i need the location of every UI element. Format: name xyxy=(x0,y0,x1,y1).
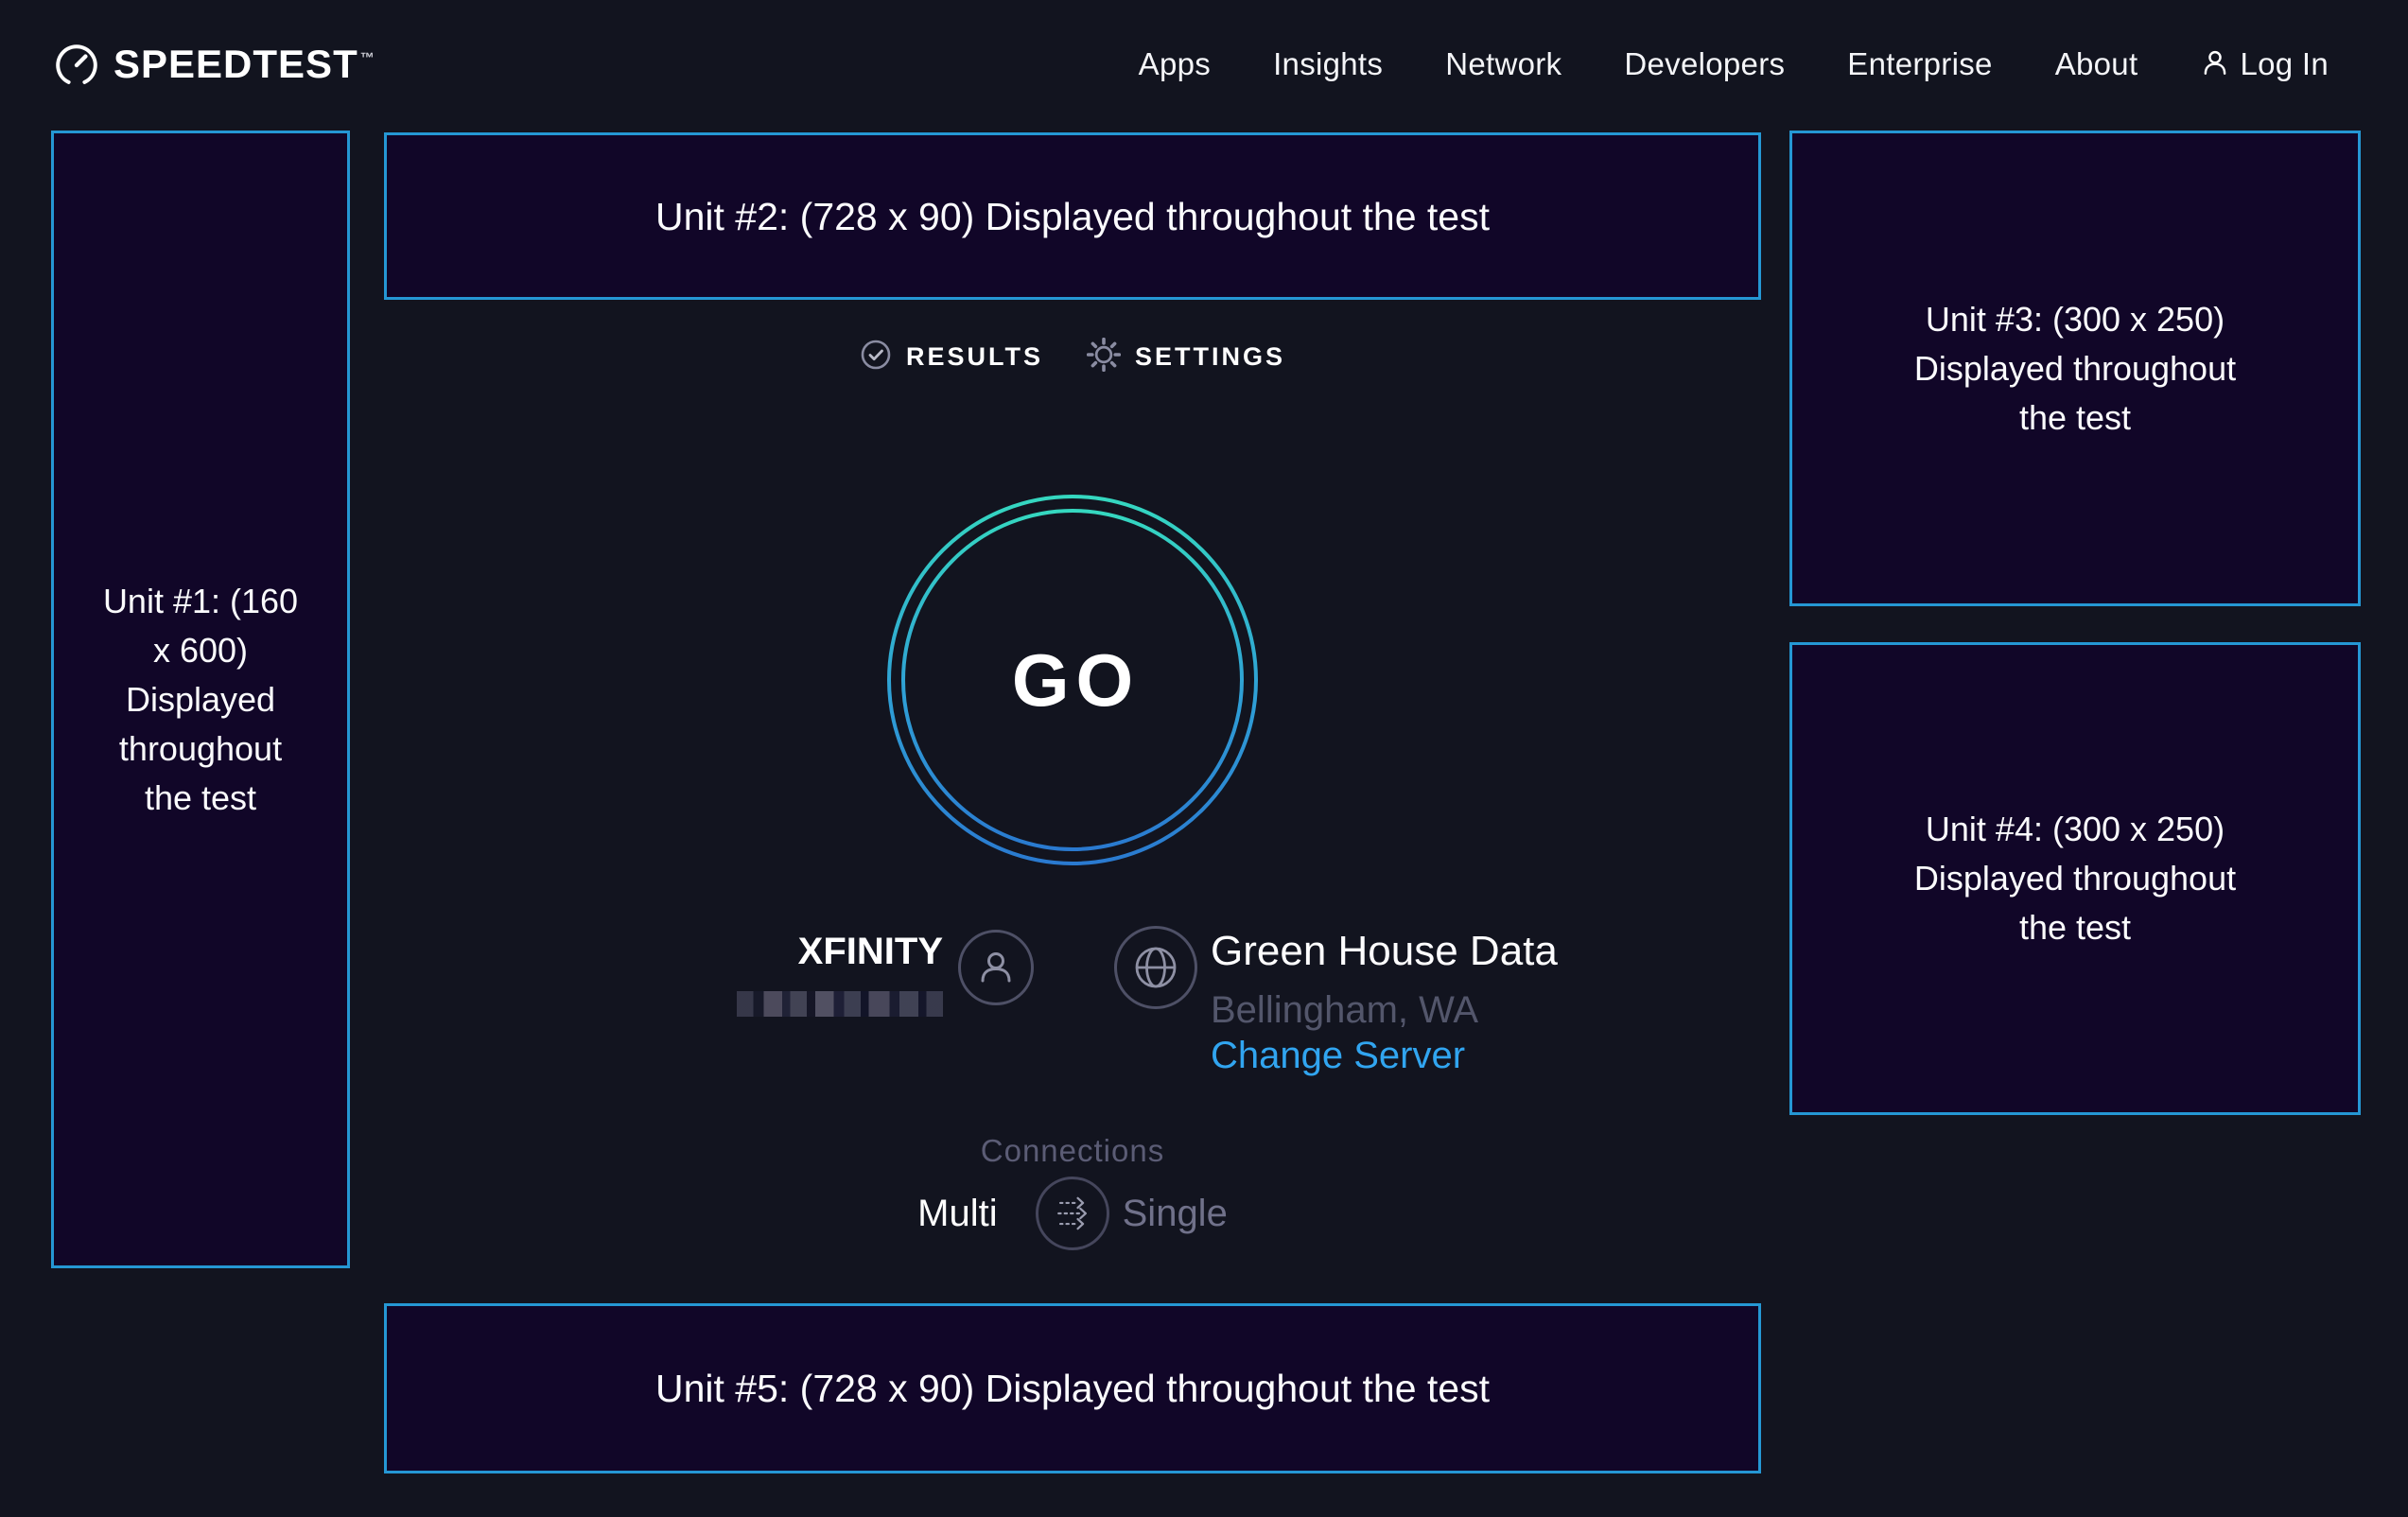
nav-item-insights[interactable]: Insights xyxy=(1273,46,1383,82)
go-button[interactable]: GO xyxy=(883,491,1262,869)
server-name: Green House Data xyxy=(1211,928,1558,975)
top-nav-bar: SPEEDTEST™ Apps Insights Network Develop… xyxy=(0,0,2408,129)
nav-item-apps[interactable]: Apps xyxy=(1139,46,1211,82)
ad-unit-5-text: Unit #5: (728 x 90) Displayed throughout… xyxy=(655,1364,1490,1413)
connections-multi-option[interactable]: Multi xyxy=(917,1193,997,1235)
ad-unit-3-text: Unit #3: (300 x 250) Displayed throughou… xyxy=(1909,295,2242,443)
check-circle-icon xyxy=(860,339,892,375)
isp-name: XFINITY xyxy=(798,931,943,973)
server-location: Bellingham, WA xyxy=(1211,989,1478,1032)
ad-unit-1-skyscraper[interactable]: Unit #1: (160 x 600) Displayed throughou… xyxy=(51,131,350,1268)
multi-arrows-icon xyxy=(1038,1177,1107,1250)
user-icon xyxy=(2200,47,2230,82)
go-button-label: GO xyxy=(883,491,1262,869)
nav-item-network[interactable]: Network xyxy=(1445,46,1562,82)
tab-settings[interactable]: SETTINGS xyxy=(1087,338,1285,376)
connections-toggle[interactable] xyxy=(1036,1177,1109,1250)
logo-wordmark: SPEEDTEST™ xyxy=(113,40,375,89)
ad-unit-4-text: Unit #4: (300 x 250) Displayed throughou… xyxy=(1909,805,2242,952)
connections-single-option[interactable]: Single xyxy=(1123,1193,1228,1235)
ad-unit-5-leaderboard[interactable]: Unit #5: (728 x 90) Displayed throughout… xyxy=(384,1303,1761,1473)
ad-unit-1-text: Unit #1: (160 x 600) Displayed throughou… xyxy=(100,577,301,823)
main-nav: Apps Insights Network Developers Enterpr… xyxy=(1139,46,2329,82)
nav-item-enterprise[interactable]: Enterprise xyxy=(1847,46,1992,82)
globe-icon xyxy=(1114,926,1197,1009)
nav-item-developers[interactable]: Developers xyxy=(1624,46,1785,82)
tab-settings-label: SETTINGS xyxy=(1135,342,1285,372)
speedtest-main-panel: RESULTS SETTING xyxy=(384,300,1761,1303)
tab-bar: RESULTS SETTING xyxy=(384,338,1761,376)
login-button[interactable]: Log In xyxy=(2200,46,2329,82)
gauge-icon xyxy=(53,40,100,89)
redacted-ip-address xyxy=(737,991,943,1017)
connections-label: Connections xyxy=(384,1133,1761,1169)
gear-icon xyxy=(1087,338,1121,376)
login-label: Log In xyxy=(2240,46,2329,82)
ad-unit-2-leaderboard[interactable]: Unit #2: (728 x 90) Displayed throughout… xyxy=(384,132,1761,300)
speedtest-logo[interactable]: SPEEDTEST™ xyxy=(53,40,375,89)
ad-unit-3-rectangle[interactable]: Unit #3: (300 x 250) Displayed throughou… xyxy=(1789,131,2361,606)
ad-unit-2-text: Unit #2: (728 x 90) Displayed throughout… xyxy=(655,192,1490,241)
trademark-symbol: ™ xyxy=(360,50,375,66)
nav-item-about[interactable]: About xyxy=(2055,46,2138,82)
tab-results[interactable]: RESULTS xyxy=(860,339,1043,375)
tab-results-label: RESULTS xyxy=(906,342,1043,372)
user-circle-icon xyxy=(958,930,1034,1005)
change-server-link[interactable]: Change Server xyxy=(1211,1035,1465,1077)
ad-unit-4-rectangle[interactable]: Unit #4: (300 x 250) Displayed throughou… xyxy=(1789,642,2361,1115)
